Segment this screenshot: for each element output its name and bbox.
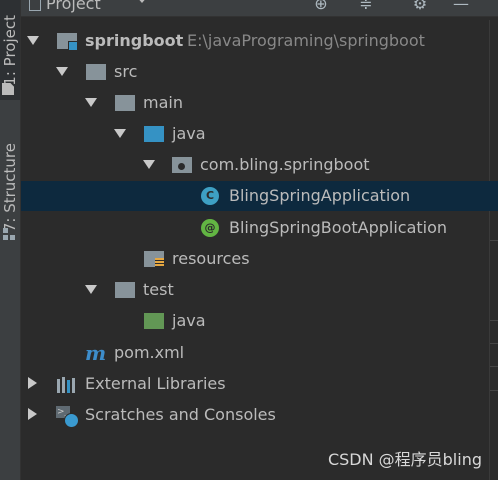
tree-node-pom[interactable]: m pom.xml — [21, 338, 498, 368]
chevron-down-icon[interactable] — [85, 98, 97, 107]
panel-header: Project ⊕ ≑ ⚙ — — [21, 0, 498, 17]
chevron-down-icon[interactable] — [27, 36, 39, 45]
tree-node-external-libraries[interactable]: External Libraries — [21, 369, 498, 399]
chevron-down-icon[interactable] — [85, 285, 97, 294]
tool-window-strip: 1: Project 7: Structure — [0, 0, 21, 480]
tree-label: com.bling.springboot — [200, 155, 370, 174]
watermark: CSDN @程序员bling — [327, 450, 482, 469]
tree-node-src[interactable]: src — [21, 57, 498, 87]
structure-tool-tab-label: 7: Structure — [1, 142, 19, 233]
class-icon: C — [201, 187, 219, 205]
tree-label: External Libraries — [85, 374, 226, 393]
module-folder-icon — [57, 33, 78, 51]
structure-icon — [3, 228, 17, 242]
tree-label: java — [172, 311, 206, 330]
locate-icon[interactable]: ⊕ — [311, 0, 331, 13]
tree-node-test[interactable]: test — [21, 275, 498, 305]
annotation-class-icon: @ — [201, 219, 219, 237]
tree-node-package[interactable]: com.bling.springboot — [21, 150, 498, 180]
tree-label: resources — [172, 249, 250, 268]
folder-icon — [115, 95, 135, 111]
tree-label: BlingSpringBootApplication — [229, 218, 448, 237]
folder-icon — [115, 282, 135, 298]
view-dropdown-icon[interactable] — [136, 0, 148, 3]
tree-node-java-source[interactable]: java — [21, 119, 498, 149]
package-icon — [172, 157, 192, 173]
module-path: E:\javaPrograming\springboot — [187, 31, 425, 50]
project-tool-tab-label: 1: Project — [1, 14, 19, 86]
tree-label: src — [114, 62, 138, 81]
tree-label: pom.xml — [114, 343, 185, 362]
panel-title[interactable]: Project — [46, 0, 101, 13]
hide-icon[interactable]: — — [451, 0, 471, 13]
project-panel: Project ⊕ ≑ ⚙ — springboot E:\javaProgra… — [21, 0, 498, 480]
test-folder-icon — [144, 313, 164, 329]
tree-node-springboot[interactable]: springboot E:\javaPrograming\springboot — [21, 26, 498, 56]
chevron-down-icon[interactable] — [56, 67, 68, 76]
tree-label: BlingSpringApplication — [229, 186, 411, 205]
tree-node-resources[interactable]: resources — [21, 244, 498, 274]
chevron-right-icon[interactable] — [28, 408, 37, 420]
clock-icon — [64, 413, 79, 428]
tree-label: springboot — [85, 31, 184, 50]
tree-node-java-test[interactable]: java — [21, 306, 498, 336]
tree-label: main — [143, 93, 183, 112]
scratches-icon: >_ — [56, 406, 79, 428]
settings-gear-icon[interactable]: ⚙ — [410, 0, 430, 13]
chevron-down-icon[interactable] — [114, 129, 126, 138]
chevron-right-icon[interactable] — [28, 377, 37, 389]
tree-label: test — [143, 280, 174, 299]
folder-icon — [86, 64, 106, 80]
source-folder-icon — [144, 126, 164, 142]
project-tab-icon — [2, 83, 14, 95]
tree-node-bling-spring-boot-application[interactable]: @ BlingSpringBootApplication — [21, 213, 498, 243]
chevron-down-icon[interactable] — [143, 160, 155, 169]
tree-node-scratches[interactable]: >_ Scratches and Consoles — [21, 400, 498, 430]
tree-node-bling-spring-application[interactable]: C BlingSpringApplication — [21, 181, 498, 211]
tree-label: java — [172, 124, 206, 143]
libraries-icon — [57, 377, 77, 393]
tree-node-main[interactable]: main — [21, 88, 498, 118]
collapse-all-icon[interactable]: ≑ — [356, 0, 376, 13]
tree-label: Scratches and Consoles — [85, 405, 276, 424]
maven-icon: m — [85, 341, 107, 365]
resources-folder-icon — [144, 251, 164, 267]
project-view-icon — [29, 0, 41, 11]
